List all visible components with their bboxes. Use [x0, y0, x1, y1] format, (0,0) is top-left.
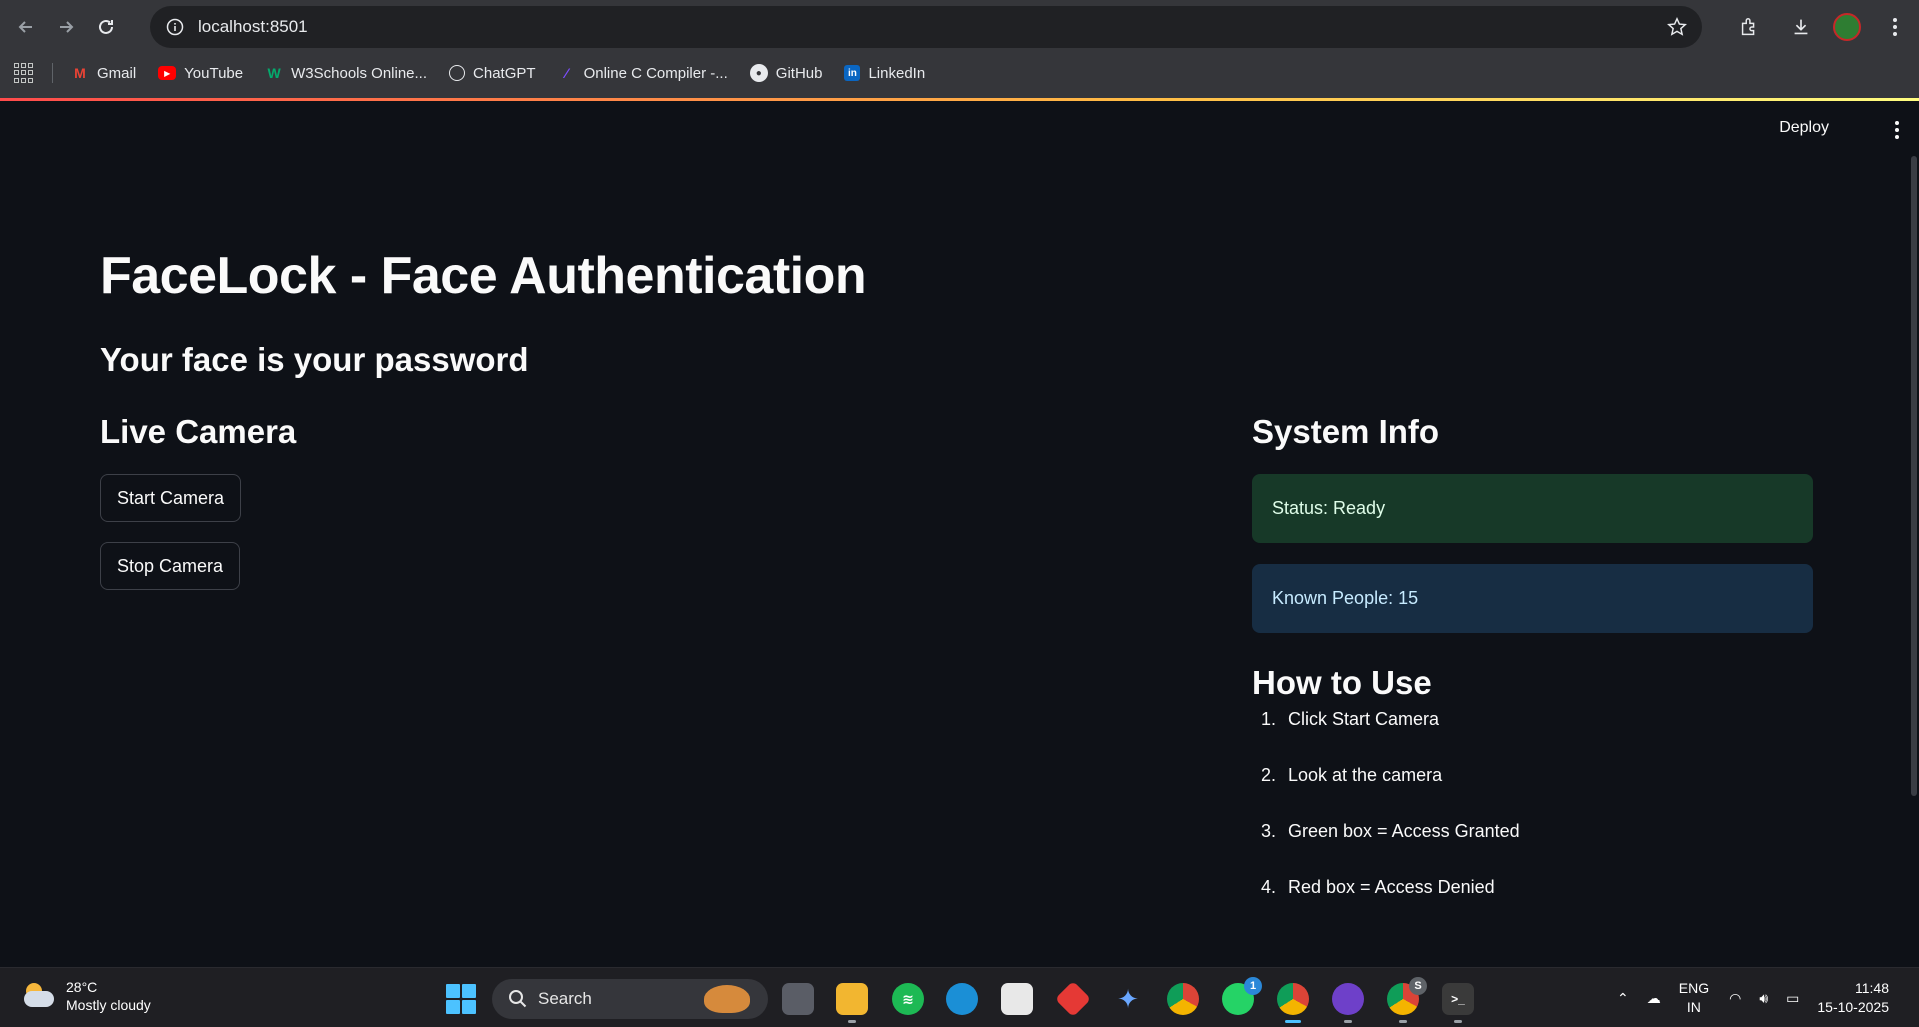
wifi-icon[interactable]: ◠: [1729, 990, 1741, 1007]
start-camera-button[interactable]: Start Camera: [100, 474, 242, 522]
list-item: 2. Look at the camera: [1260, 765, 1443, 785]
youtube-icon: ▶: [158, 66, 177, 80]
w3schools-icon: W: [267, 65, 281, 81]
chevron-up-icon[interactable]: ⌃: [1617, 990, 1629, 1007]
battery-icon[interactable]: ▭: [1786, 990, 1799, 1007]
back-button[interactable]: [8, 9, 44, 45]
chrome-profile-icon[interactable]: [1277, 983, 1309, 1015]
volume-icon[interactable]: 🔊︎: [1759, 990, 1768, 1007]
clock-date: 15-10-2025: [1817, 999, 1889, 1015]
browser-menu-icon[interactable]: [1883, 18, 1907, 36]
list-item: 1. Click Start Camera: [1260, 709, 1440, 729]
weather-temp: 28°C: [66, 979, 98, 995]
red-app-icon[interactable]: [1054, 980, 1092, 1018]
spotify-icon[interactable]: ≋: [892, 983, 924, 1015]
taskbar-search[interactable]: Search: [492, 979, 768, 1019]
profile-badge: S: [1409, 977, 1427, 995]
address-bar[interactable]: localhost:8501: [150, 6, 1702, 48]
terminal-icon[interactable]: >_: [1442, 983, 1474, 1015]
pie-icon: [704, 985, 750, 1013]
system-tray: ⌃ ☁ ENG IN ◠ 🔊︎ ▭ 11:48 15-10-2025: [1617, 968, 1919, 1027]
running-indicator: [1344, 1020, 1352, 1023]
clock[interactable]: 11:48 15-10-2025: [1817, 979, 1889, 1017]
microsoft-store-icon[interactable]: [1001, 983, 1033, 1015]
cloud-sun-icon: [22, 983, 56, 1009]
forward-button[interactable]: [48, 9, 84, 45]
arrow-right-icon: [60, 21, 74, 33]
file-explorer-icon[interactable]: [836, 983, 868, 1015]
bookmark-online-compiler[interactable]: ⁄ Online C Compiler -...: [558, 64, 727, 82]
known-people-alert: Known People: 15: [1252, 564, 1813, 633]
taskbar: 28°C Mostly cloudy Search ≋ ✦ 1 S >_ ⌃ ☁…: [0, 967, 1919, 1027]
live-camera-heading: Live Camera: [100, 413, 297, 450]
toolbar-right: [1717, 0, 1919, 54]
running-indicator: [1454, 1020, 1462, 1023]
gemini-icon[interactable]: ✦: [1112, 983, 1144, 1015]
reload-button[interactable]: [88, 9, 124, 45]
weather-widget[interactable]: 28°C Mostly cloudy: [22, 978, 151, 1014]
url-text[interactable]: localhost:8501: [198, 17, 308, 37]
app-view: Deploy FaceLock - Face Authentication Yo…: [0, 101, 1919, 967]
weather-desc: Mostly cloudy: [66, 997, 151, 1013]
running-indicator: [848, 1020, 856, 1023]
onedrive-cloud-icon[interactable]: ☁: [1647, 990, 1661, 1007]
clock-time: 11:48: [1855, 980, 1889, 996]
page-scrollbar[interactable]: [1911, 156, 1917, 796]
language-indicator[interactable]: ENG IN: [1679, 979, 1709, 1017]
how-to-use-list: 1. Click Start Camera 2. Look at the camer…: [1252, 709, 1520, 933]
notification-badge: 1: [1244, 977, 1262, 995]
chatgpt-icon: [449, 65, 466, 81]
bookmark-star-icon[interactable]: [1666, 16, 1688, 38]
edge-icon[interactable]: [946, 983, 978, 1015]
reload-icon: [99, 19, 113, 34]
status-alert: Status: Ready: [1252, 474, 1813, 543]
site-info-icon[interactable]: [166, 18, 184, 36]
page-subtitle: Your face is your password: [100, 341, 529, 378]
windows-start-icon[interactable]: [446, 984, 476, 1014]
github-desktop-icon[interactable]: [1332, 983, 1364, 1015]
active-indicator: [1285, 1020, 1301, 1023]
browser-toolbar: localhost:8501: [0, 0, 1919, 54]
how-to-use-heading: How to Use: [1252, 664, 1432, 701]
arrow-left-icon: [18, 21, 32, 33]
stop-camera-button[interactable]: Stop Camera: [100, 542, 241, 590]
bookmark-linkedin[interactable]: in LinkedIn: [844, 65, 925, 82]
bookmark-chatgpt[interactable]: ChatGPT: [449, 65, 536, 82]
page-title: FaceLock - Face Authentication: [100, 247, 867, 305]
apps-grid-icon[interactable]: [14, 63, 34, 83]
search-icon: [509, 990, 527, 1008]
profile-avatar[interactable]: [1833, 13, 1861, 41]
bookmark-github[interactable]: ● GitHub: [749, 64, 822, 82]
download-icon[interactable]: [1781, 7, 1821, 47]
running-indicator: [1399, 1020, 1407, 1023]
bookmark-youtube[interactable]: ▶ YouTube: [158, 65, 243, 82]
compiler-icon: ⁄: [565, 65, 568, 81]
task-view-icon[interactable]: [782, 983, 814, 1015]
app-menu-icon[interactable]: [1895, 121, 1899, 139]
known-people-text: Known People: 15: [1272, 588, 1419, 608]
deploy-button[interactable]: Deploy: [1779, 119, 1829, 137]
list-item: 3. Green box = Access Granted: [1260, 821, 1520, 841]
linkedin-icon: in: [844, 65, 861, 81]
chrome-second-profile-icon[interactable]: S: [1387, 977, 1427, 1015]
bookmark-w3schools[interactable]: W W3Schools Online...: [265, 64, 428, 82]
bookmark-gmail[interactable]: M Gmail: [71, 64, 136, 82]
system-info-heading: System Info: [1252, 413, 1440, 450]
whatsapp-icon[interactable]: 1: [1222, 977, 1262, 1015]
extensions-icon[interactable]: [1729, 7, 1769, 47]
status-text: Status: Ready: [1272, 498, 1386, 518]
gmail-icon: M: [74, 65, 86, 81]
browser-chrome: localhost:8501 M Gmail ▶ YouTube W W3Sch: [0, 0, 1919, 101]
list-item: 4. Red box = Access Denied: [1260, 877, 1495, 897]
bookmarks-bar: M Gmail ▶ YouTube W W3Schools Online... …: [0, 56, 1919, 90]
github-icon: ●: [749, 64, 768, 82]
bookmarks-divider: [52, 63, 53, 83]
chrome-icon[interactable]: [1167, 983, 1199, 1015]
